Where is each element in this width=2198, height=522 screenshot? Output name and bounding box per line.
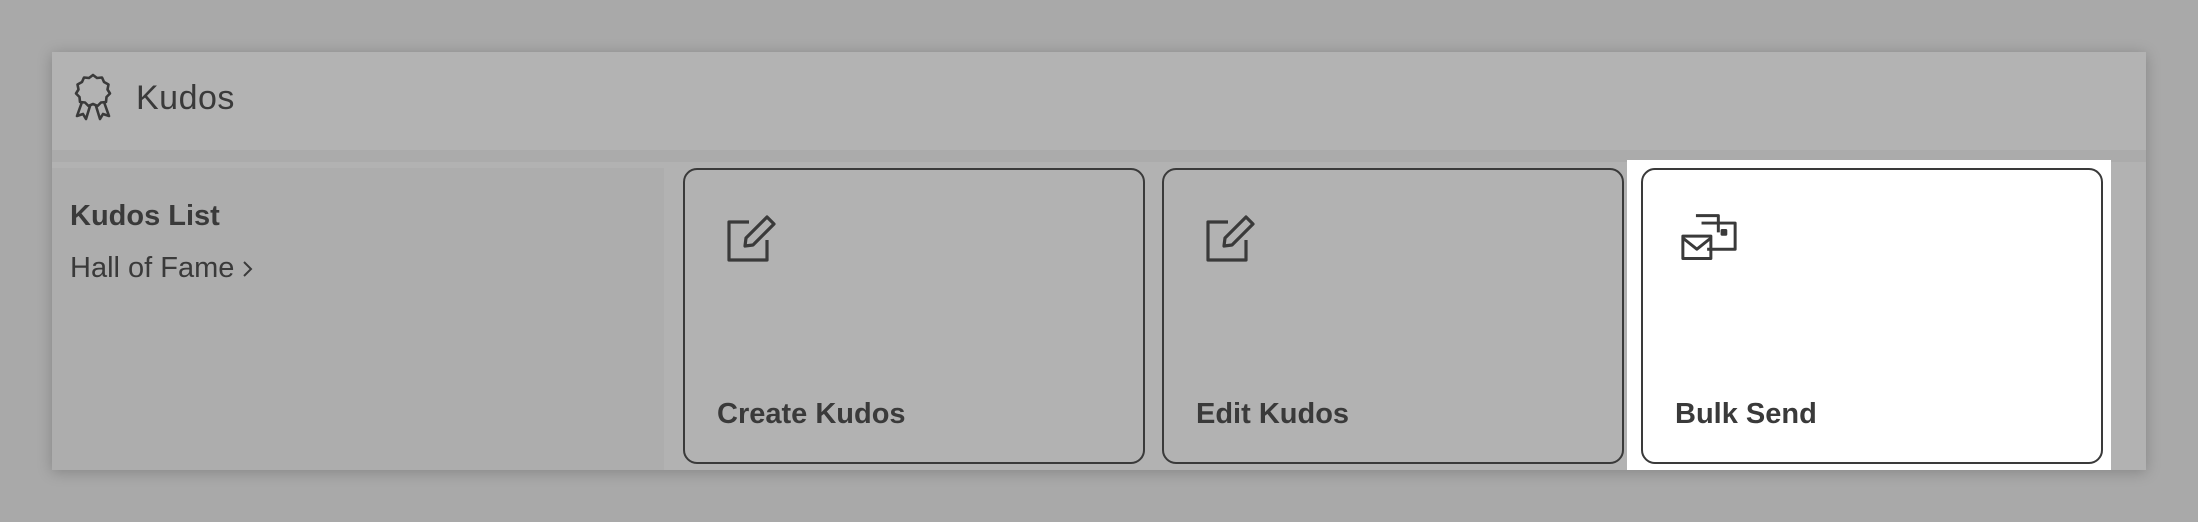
kudos-panel: Kudos Kudos List Hall of Fame Create Kud… [52,52,2146,470]
edit-square-icon [727,215,776,262]
edit-kudos-card[interactable]: Edit Kudos [1162,168,1624,464]
panel-header: Kudos [52,52,2146,150]
chevron-right-icon [243,260,253,277]
edit-square-icon [1206,215,1255,262]
hall-of-fame-link[interactable]: Hall of Fame [70,252,258,285]
bulk-send-label: Bulk Send [1675,398,1817,430]
sidebar-heading-kudos-list[interactable]: Kudos List [70,200,220,233]
create-kudos-card[interactable]: Create Kudos [683,168,1145,464]
page-title: Kudos [136,79,235,117]
sidebar: Kudos List Hall of Fame [52,168,664,470]
hall-of-fame-label: Hall of Fame [70,252,235,284]
edit-kudos-label: Edit Kudos [1196,398,1350,430]
award-ribbon-icon [74,73,112,121]
create-kudos-label: Create Kudos [717,398,906,430]
bulk-send-card[interactable]: Bulk Send [1641,168,2103,464]
bulk-mail-icon [1681,214,1737,261]
